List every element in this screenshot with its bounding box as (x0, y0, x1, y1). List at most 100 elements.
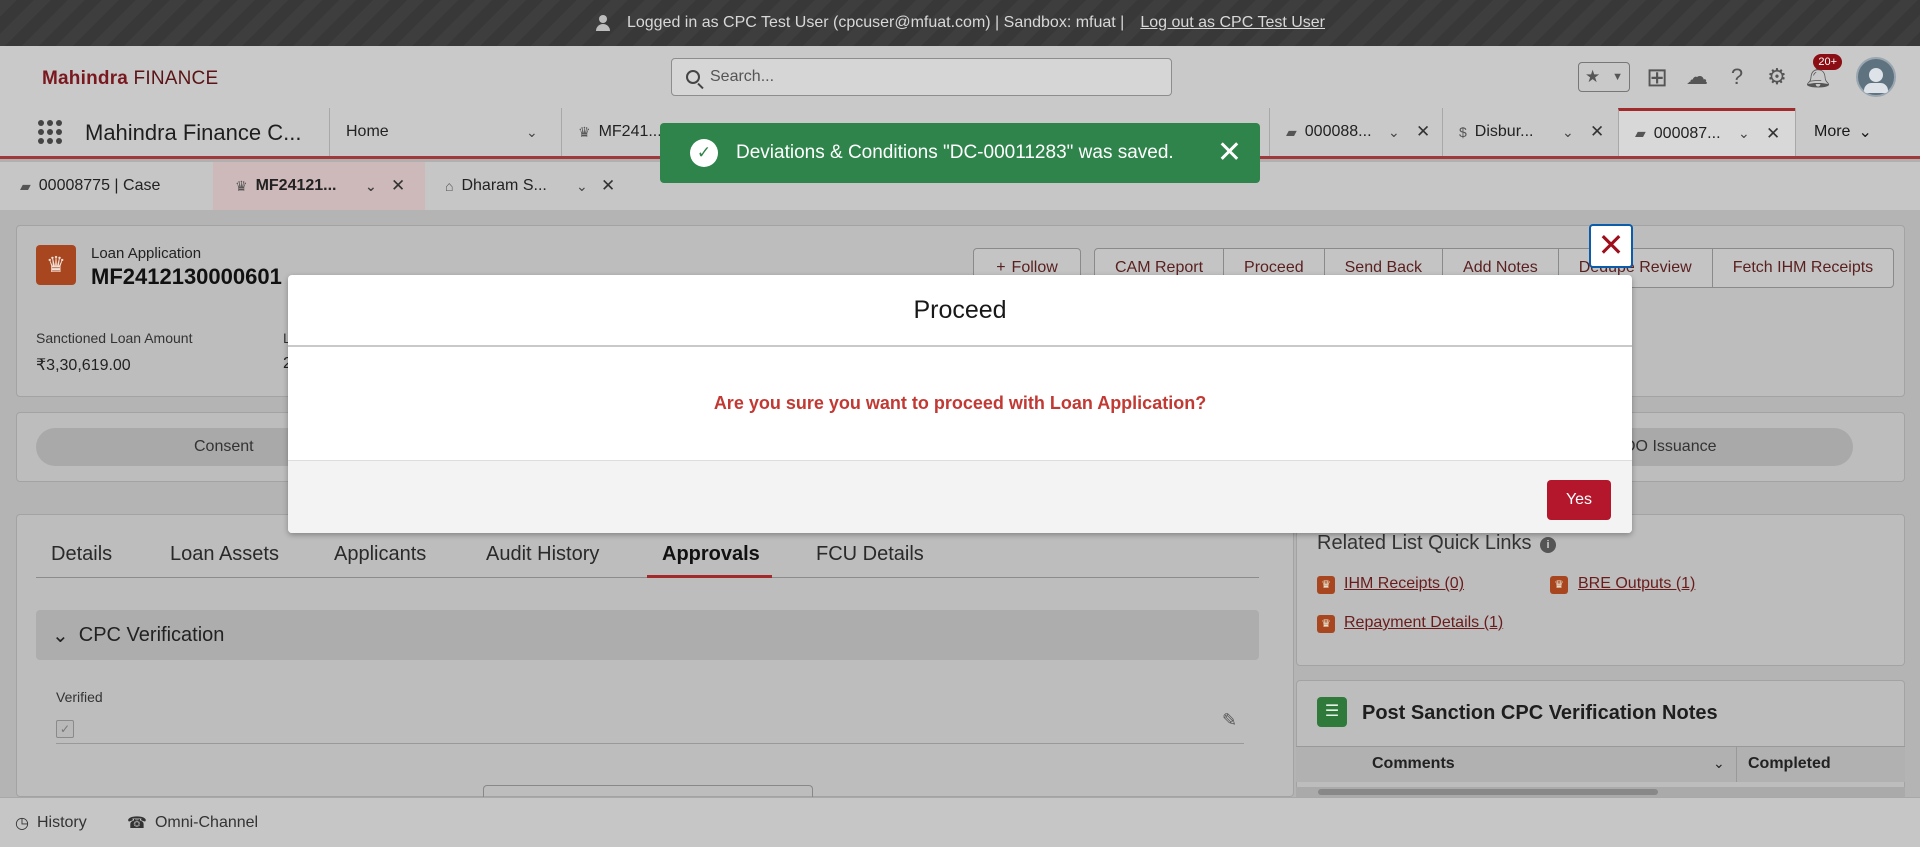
nav-tab-000088[interactable]: ▰ 000088... ⌄ ✕ (1269, 108, 1442, 156)
chevron-down-icon[interactable]: ⌄ (1562, 124, 1574, 141)
verified-field-label: Verified (56, 689, 103, 705)
user-avatar[interactable] (1856, 57, 1896, 97)
chevron-down-icon[interactable]: ⌄ (1713, 755, 1725, 772)
column-header-comments[interactable]: Comments (1372, 755, 1455, 773)
nav-tab-disbursement[interactable]: $ Disbur... ⌄ ✕ (1442, 108, 1618, 156)
close-icon[interactable]: ✕ (391, 176, 405, 196)
modal-footer: Yes (288, 460, 1632, 533)
tab-details[interactable]: Details (51, 543, 112, 566)
favorites-button[interactable]: ★ ▼ (1578, 62, 1630, 92)
scrollbar-thumb[interactable] (1318, 789, 1658, 795)
nav-tab-label: Home (346, 123, 389, 140)
subtab-dharam[interactable]: ⌂ Dharam S... ⌄ ✕ (425, 162, 635, 210)
path-stage-consent[interactable]: Consent (194, 438, 254, 456)
close-icon[interactable]: ✕ (1217, 135, 1242, 171)
salesforce-console: Logged in as CPC Test User (cpcuser@mfua… (0, 0, 1920, 847)
crown-icon: ♛ (1550, 576, 1568, 594)
nav-tab-label: 000087... (1653, 124, 1721, 142)
checklist-icon: ☰ (1317, 697, 1347, 727)
setup-gear-icon[interactable]: ⚙ (1764, 64, 1790, 90)
toast-message: Deviations & Conditions "DC-00011283" wa… (736, 142, 1174, 163)
subtab-label: MF24121... (255, 177, 337, 194)
quick-link-bre-outputs[interactable]: BRE Outputs (1) (1578, 575, 1695, 593)
close-icon[interactable]: ✕ (1766, 124, 1780, 144)
case-briefcase-icon: ▰ (1635, 125, 1646, 141)
verified-checkbox: ✓ (56, 720, 74, 738)
brand-name-bold: Mahindra (42, 68, 129, 89)
history-label: History (36, 814, 87, 831)
tab-loan-assets[interactable]: Loan Assets (170, 543, 279, 566)
column-divider (1736, 746, 1737, 782)
info-icon[interactable]: i (1540, 537, 1556, 553)
omni-channel-label: Omni-Channel (154, 814, 259, 831)
utility-omni-channel[interactable]: ☎ Omni-Channel (127, 813, 258, 833)
chevron-down-icon[interactable]: ⌄ (576, 178, 588, 195)
modal-header: Proceed (288, 275, 1632, 347)
edit-pencil-icon[interactable]: ✎ (1222, 710, 1237, 731)
chevron-down-icon[interactable]: ⌄ (1388, 124, 1400, 141)
nav-tab-mf241[interactable]: ♛ MF241... (561, 108, 662, 156)
chevron-down-icon: ⌄ (526, 123, 538, 140)
column-header-completed[interactable]: Completed (1748, 755, 1831, 773)
nav-menu-button[interactable]: ⌄ (510, 108, 561, 156)
global-actions-icon[interactable]: ⊞ (1644, 62, 1670, 93)
app-launcher-icon[interactable] (38, 120, 62, 144)
field-divider (56, 743, 1244, 744)
global-header: Mahindra FINANCE Search... ★ ▼ ⊞ ☁ ? ⚙ 🔔… (0, 46, 1920, 108)
loan-application-crown-icon: ♛ (36, 245, 76, 285)
path-stage-do-issuance[interactable]: DO Issuance (1624, 438, 1716, 456)
success-toast: ✓ Deviations & Conditions "DC-00011283" … (660, 123, 1260, 183)
subtab-label: 00008775 | Case (38, 177, 161, 194)
logout-link[interactable]: Log out as CPC Test User (1140, 14, 1325, 32)
login-as-banner: Logged in as CPC Test User (cpcuser@mfua… (0, 0, 1920, 46)
nav-more-button[interactable]: More ⌄ (1795, 108, 1920, 156)
brand-logo[interactable]: Mahindra FINANCE (42, 68, 218, 90)
case-briefcase-icon: ▰ (20, 177, 31, 194)
nav-tab-label: MF241... (598, 123, 662, 140)
quick-link-repayment-details[interactable]: Repayment Details (1) (1344, 614, 1503, 632)
chevron-down-icon[interactable]: ⌄ (1738, 125, 1750, 142)
nav-tab-000087[interactable]: ▰ 000087... ⌄ ✕ (1618, 108, 1795, 156)
quick-links-title: Related List Quick Links (1317, 532, 1532, 554)
tab-fcu-details[interactable]: FCU Details (816, 543, 924, 566)
help-icon[interactable]: ? (1724, 64, 1750, 90)
chevron-down-icon: ⌄ (52, 624, 69, 647)
quick-link-ihm-receipts[interactable]: IHM Receipts (0) (1344, 575, 1464, 593)
notes-card-title: Post Sanction CPC Verification Notes (1362, 702, 1718, 724)
star-icon: ★ (1584, 67, 1601, 86)
notification-count-badge: 20+ (1813, 54, 1842, 70)
close-icon[interactable]: ✕ (601, 176, 615, 196)
close-icon[interactable]: ✕ (1589, 224, 1633, 268)
chevron-down-icon: ⌄ (1858, 124, 1872, 141)
brand-name-rest: FINANCE (133, 68, 219, 89)
tab-audit-history[interactable]: Audit History (486, 543, 599, 566)
tab-applicants[interactable]: Applicants (334, 543, 426, 566)
modal-title: Proceed (913, 295, 1007, 324)
record-title: MF2412130000601 (91, 264, 282, 289)
section-title: CPC Verification (78, 623, 225, 646)
login-as-message: Logged in as CPC Test User (cpcuser@mfua… (626, 14, 1125, 31)
yes-button[interactable]: Yes (1547, 480, 1611, 520)
user-icon (595, 15, 611, 31)
fetch-ihm-receipts-button[interactable]: Fetch IHM Receipts (1711, 249, 1893, 287)
trailhead-icon[interactable]: ☁ (1684, 64, 1710, 90)
subtab-loan-application[interactable]: ♛ MF24121... ⌄ ✕ (213, 162, 425, 210)
notifications-bell-icon[interactable]: 🔔︎ 20+ (1804, 54, 1842, 90)
close-icon[interactable]: ✕ (1416, 122, 1430, 142)
case-briefcase-icon: ▰ (1286, 123, 1297, 140)
modal-body: Are you sure you want to proceed with Lo… (288, 347, 1632, 460)
cpc-verification-section-header[interactable]: ⌄ CPC Verification (36, 610, 1259, 660)
global-search-input[interactable]: Search... (671, 58, 1172, 96)
utility-history[interactable]: ◷ History (15, 813, 87, 833)
subtab-case[interactable]: ▰ 00008775 | Case (0, 162, 213, 210)
app-name: Mahindra Finance C... (85, 120, 302, 145)
close-icon[interactable]: ✕ (1590, 122, 1604, 142)
search-icon (686, 70, 700, 84)
sanctioned-amount-value: ₹3,30,619.00 (36, 357, 131, 374)
tab-approvals[interactable]: Approvals (662, 543, 760, 566)
chevron-down-icon[interactable]: ⌄ (365, 178, 377, 195)
success-check-icon: ✓ (690, 139, 718, 167)
active-tab-indicator (647, 575, 772, 578)
header-icons: ★ ▼ ⊞ ☁ ? ⚙ 🔔︎ 20+ (1578, 54, 1896, 97)
crown-icon: ♛ (1317, 615, 1335, 633)
